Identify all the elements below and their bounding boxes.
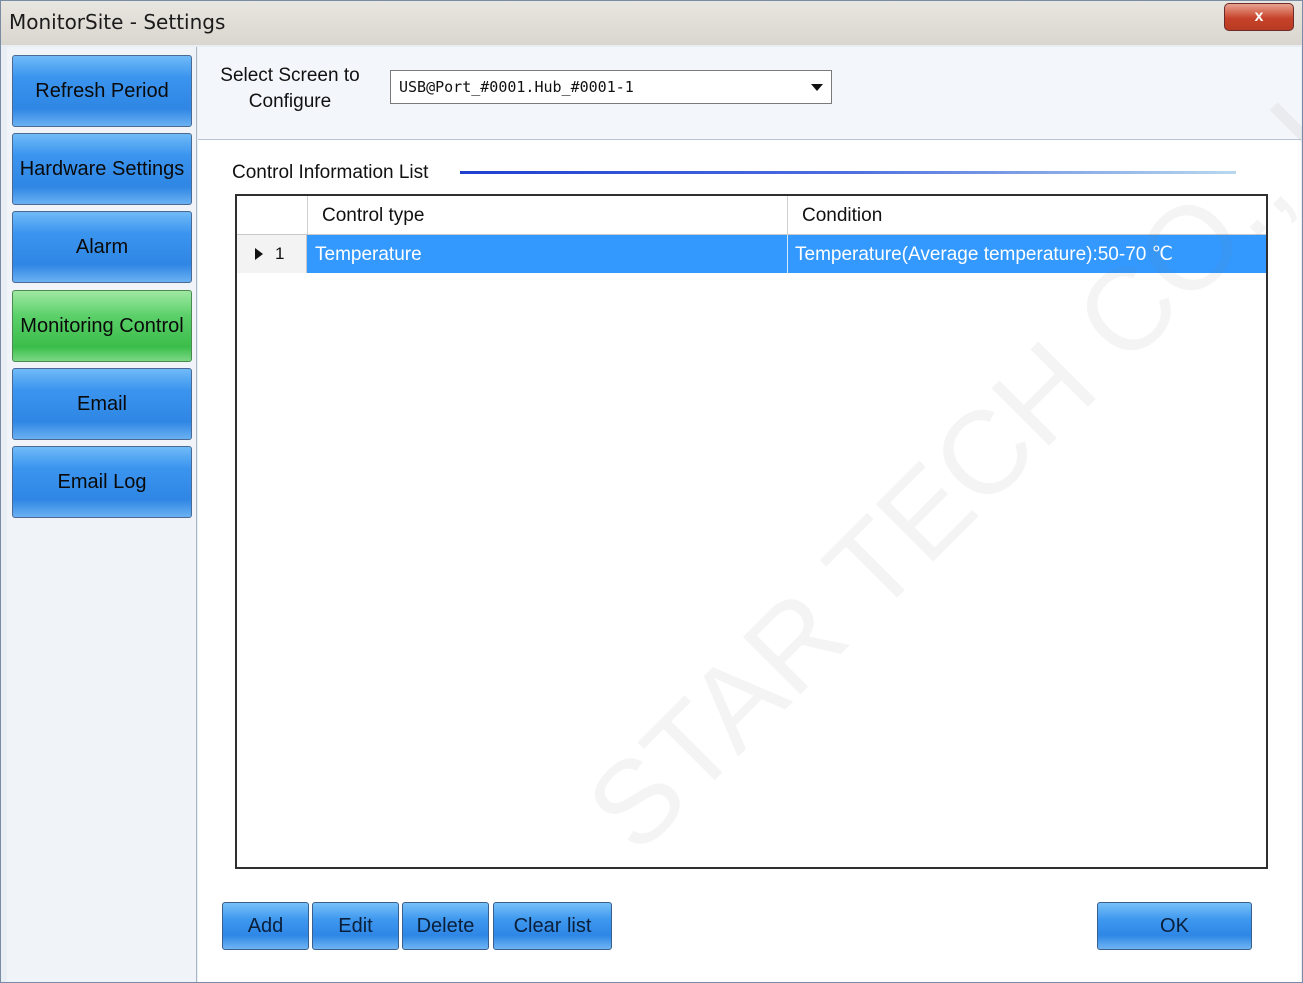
row-header: 1 [237,235,307,273]
cell-control-type[interactable]: Temperature [307,235,787,273]
group-title: Control Information List [232,162,435,184]
ok-button[interactable]: OK [1097,902,1252,950]
sidebar: Refresh Period Hardware Settings Alarm M… [7,47,197,982]
nav-alarm[interactable]: Alarm [12,211,192,283]
settings-window: MonitorSite - Settings x Refresh Period … [0,0,1303,983]
nav-email-log[interactable]: Email Log [12,446,192,518]
screen-select-value: USB@Port_#0001.Hub_#0001-1 [399,78,634,96]
column-header-condition[interactable]: Condition [787,196,1266,234]
close-icon: x [1254,8,1264,25]
current-row-arrow-icon [255,248,263,260]
screen-select-dropdown[interactable]: USB@Port_#0001.Hub_#0001-1 [390,70,832,104]
add-button[interactable]: Add [222,902,309,950]
nav-hardware-settings[interactable]: Hardware Settings [12,133,192,205]
nav-email[interactable]: Email [12,368,192,440]
nav-monitoring-control[interactable]: Monitoring Control [12,290,192,362]
content-panel: Select Screen to Configure USB@Port_#000… [198,47,1301,982]
clear-list-button[interactable]: Clear list [493,902,612,950]
group-divider [460,171,1236,174]
row-index: 1 [275,244,285,263]
delete-button[interactable]: Delete [402,902,489,950]
column-header-control-type[interactable]: Control type [307,196,788,234]
nav-refresh-period[interactable]: Refresh Period [12,55,192,127]
edit-button[interactable]: Edit [312,902,399,950]
cell-condition[interactable]: Temperature(Average temperature):50-70 ℃ [787,235,1266,273]
title-bar: MonitorSite - Settings x [1,1,1302,45]
control-info-grid[interactable]: Control type Condition 1 Temperature Tem… [235,194,1268,869]
screen-select-label: Select Screen to Configure [220,65,360,112]
close-button[interactable]: x [1224,3,1294,31]
window-title: MonitorSite - Settings [9,10,226,34]
grid-header: Control type Condition [237,196,1266,235]
screen-selector-row: Select Screen to Configure USB@Port_#000… [198,47,1301,140]
dropdown-arrow-icon [811,84,823,91]
row-header-corner [237,196,308,234]
table-row[interactable]: 1 Temperature Temperature(Average temper… [237,235,1266,273]
